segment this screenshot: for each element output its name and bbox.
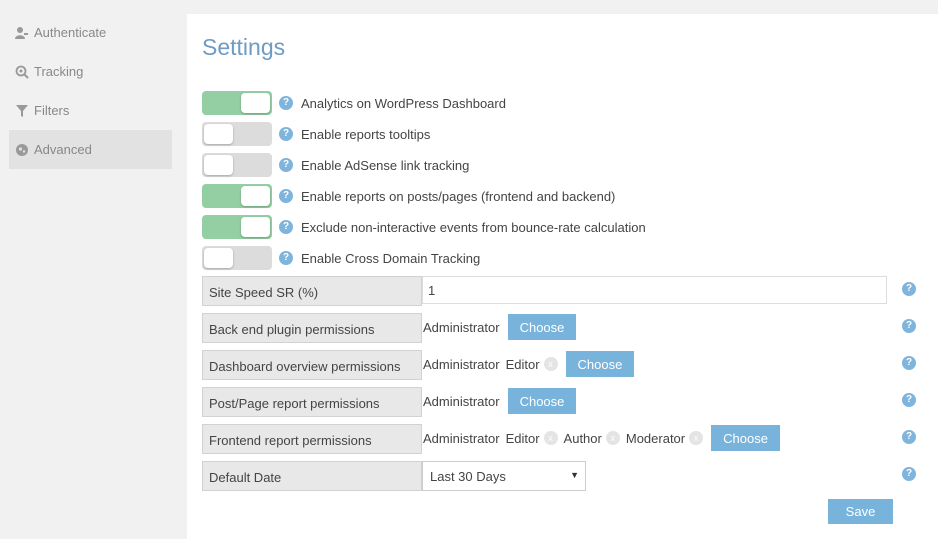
toggle-row-exclude-bounce: ? Exclude non-interactive events from bo…: [202, 215, 646, 239]
toggle-knob: [204, 248, 233, 268]
role-administrator: Administrator: [423, 430, 500, 446]
role-tag: Editor x: [506, 357, 558, 372]
choose-button[interactable]: Choose: [565, 351, 635, 377]
sidebar-item-advanced[interactable]: Advanced: [9, 130, 172, 169]
choose-button[interactable]: Choose: [507, 314, 577, 340]
toggle-switch[interactable]: [202, 153, 272, 177]
choose-button[interactable]: Choose: [711, 425, 780, 451]
site-speed-input[interactable]: [422, 276, 887, 304]
toggle-label: Analytics on WordPress Dashboard: [301, 95, 506, 111]
save-button[interactable]: Save: [828, 499, 893, 524]
postpage-permissions-label: Post/Page report permissions: [202, 387, 422, 417]
remove-role-icon[interactable]: x: [543, 431, 558, 445]
help-icon[interactable]: ?: [902, 282, 916, 296]
role-administrator: Administrator: [423, 393, 500, 409]
help-icon[interactable]: ?: [279, 96, 293, 110]
help-icon[interactable]: ?: [279, 220, 293, 234]
toggle-label: Enable reports tooltips: [301, 126, 431, 142]
toggle-row-cross-domain: ? Enable Cross Domain Tracking: [202, 246, 480, 270]
toggle-row-dashboard-analytics: ? Analytics on WordPress Dashboard: [202, 91, 506, 115]
toggle-switch[interactable]: [202, 91, 272, 115]
help-icon[interactable]: ?: [902, 467, 916, 481]
toggle-switch[interactable]: [202, 184, 272, 208]
dropdown-caret-icon: ▼: [570, 470, 579, 480]
remove-role-icon[interactable]: x: [689, 431, 704, 445]
role-administrator: Administrator: [423, 356, 500, 372]
sidebar-item-label: Tracking: [34, 64, 84, 79]
frontend-permissions-value: Administrator Editor x Author x Moderato…: [423, 423, 780, 453]
role-name: Editor: [505, 430, 540, 446]
backend-permissions-label: Back end plugin permissions: [202, 313, 422, 343]
toggle-row-adsense-tracking: ? Enable AdSense link tracking: [202, 153, 469, 177]
toggle-switch[interactable]: [202, 215, 272, 239]
toggle-knob: [241, 93, 270, 113]
default-date-label: Default Date: [202, 461, 422, 491]
magnifier-target-icon: [15, 65, 29, 79]
filter-funnel-icon: [15, 104, 29, 118]
toggle-row-reports-tooltips: ? Enable reports tooltips: [202, 122, 430, 146]
help-icon[interactable]: ?: [279, 158, 293, 172]
postpage-permissions-value: Administrator Choose: [423, 386, 577, 416]
toggle-switch[interactable]: [202, 246, 272, 270]
help-icon[interactable]: ?: [902, 393, 916, 407]
remove-role-icon[interactable]: x: [605, 431, 620, 445]
sidebar-item-label: Filters: [34, 103, 70, 118]
toggle-knob: [241, 217, 270, 237]
dashboard-permissions-label: Dashboard overview permissions: [202, 350, 422, 380]
choose-button[interactable]: Choose: [507, 388, 577, 414]
help-icon[interactable]: ?: [279, 251, 293, 265]
backend-permissions-value: Administrator Choose: [423, 312, 577, 342]
toggle-knob: [241, 186, 270, 206]
role-tag: Editor x: [506, 431, 558, 446]
user-key-icon: [15, 26, 29, 40]
frontend-permissions-label: Frontend report permissions: [202, 424, 422, 454]
help-icon[interactable]: ?: [279, 189, 293, 203]
toggle-switch[interactable]: [202, 122, 272, 146]
gears-icon: [15, 143, 29, 157]
remove-role-icon[interactable]: x: [543, 357, 558, 371]
site-speed-label: Site Speed SR (%): [202, 276, 422, 306]
sidebar-item-filters[interactable]: Filters: [9, 91, 172, 130]
sidebar-item-tracking[interactable]: Tracking: [9, 52, 172, 91]
help-icon[interactable]: ?: [902, 319, 916, 333]
selected-value: Last 30 Days: [430, 468, 506, 484]
toggle-label: Exclude non-interactive events from boun…: [301, 219, 646, 235]
help-icon[interactable]: ?: [902, 430, 916, 444]
sidebar-item-label: Authenticate: [34, 25, 107, 40]
page-title: Settings: [202, 34, 286, 60]
role-tag: Moderator x: [625, 430, 704, 446]
default-date-select[interactable]: Last 30 Days ▼: [422, 461, 586, 491]
toggle-label: Enable AdSense link tracking: [301, 157, 470, 173]
toggle-knob: [204, 124, 233, 144]
role-tag: Author x: [564, 431, 620, 446]
toggle-label: Enable Cross Domain Tracking: [301, 250, 481, 266]
help-icon[interactable]: ?: [902, 356, 916, 370]
sidebar-item-label: Advanced: [34, 142, 92, 157]
sidebar: Authenticate Tracking Filters Advanced: [0, 0, 187, 539]
toggle-row-posts-reports: ? Enable reports on posts/pages (fronten…: [202, 184, 615, 208]
role-name: Author: [563, 430, 602, 446]
help-icon[interactable]: ?: [279, 127, 293, 141]
role-administrator: Administrator: [423, 319, 500, 335]
dashboard-permissions-value: Administrator Editor x Choose: [423, 349, 635, 379]
toggle-knob: [204, 155, 233, 175]
role-name: Editor: [505, 356, 540, 372]
role-name: Moderator: [625, 430, 686, 446]
sidebar-item-authenticate[interactable]: Authenticate: [9, 13, 172, 52]
toggle-label: Enable reports on posts/pages (frontend …: [301, 188, 616, 204]
settings-panel: Settings ? Analytics on WordPress Dashbo…: [187, 14, 938, 539]
